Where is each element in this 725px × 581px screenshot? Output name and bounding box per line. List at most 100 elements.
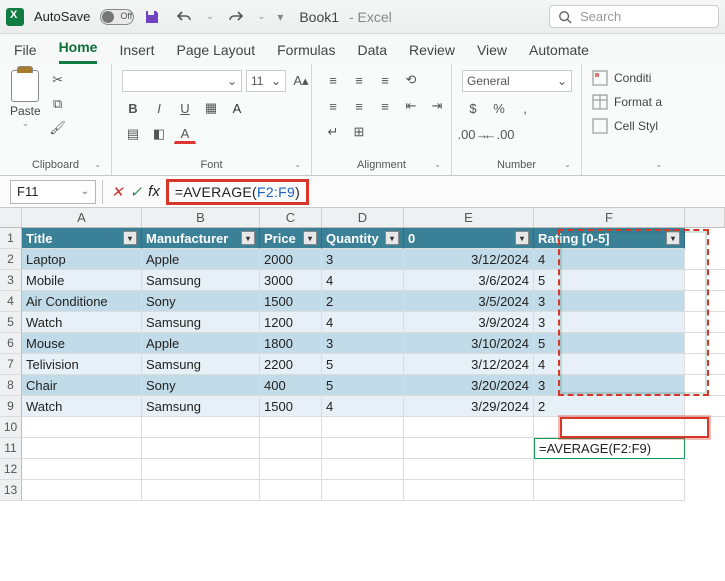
cell-price[interactable]: 400 (260, 375, 322, 396)
cell-date[interactable]: 3/20/2024 (404, 375, 534, 396)
align-bot-icon[interactable]: ≡ (374, 70, 396, 90)
cell-date[interactable]: 3/12/2024 (404, 354, 534, 375)
cell-mfr[interactable]: Samsung (142, 270, 260, 291)
currency-icon[interactable]: $ (462, 98, 484, 118)
tab-insert[interactable]: Insert (119, 42, 154, 64)
cell-title[interactable]: Air Conditione (22, 291, 142, 312)
align-center-icon[interactable]: ≡ (348, 96, 370, 116)
grow-font-icon[interactable]: A▴ (290, 71, 312, 91)
cell-rating[interactable]: 2 (534, 396, 685, 417)
cell-date[interactable]: 3/9/2024 (404, 312, 534, 333)
align-mid-icon[interactable]: ≡ (348, 70, 370, 90)
cell-qty[interactable]: 3 (322, 249, 404, 270)
row-5[interactable]: 5 (0, 312, 22, 333)
dec-dec-icon[interactable]: ←.00 (488, 124, 510, 144)
cell-title[interactable]: Watch (22, 396, 142, 417)
comma-icon[interactable]: , (514, 98, 536, 118)
enter-icon[interactable]: ✓ (130, 183, 143, 201)
tab-page-layout[interactable]: Page Layout (176, 42, 255, 64)
formula-input[interactable]: =AVERAGE(F2:F9) (160, 180, 725, 204)
copy-icon[interactable]: ⧉ (47, 94, 69, 114)
cell-date[interactable]: 3/12/2024 (404, 249, 534, 270)
font-size-combo[interactable]: 11⌄ (246, 70, 286, 92)
cell-price[interactable]: 1200 (260, 312, 322, 333)
col-A[interactable]: A (22, 208, 142, 227)
cell-mfr[interactable]: Sony (142, 375, 260, 396)
font-color-a-icon[interactable]: A (226, 98, 248, 118)
filter-icon[interactable]: ▾ (303, 231, 317, 245)
cell-date[interactable]: 3/5/2024 (404, 291, 534, 312)
cut-icon[interactable]: ✂ (47, 70, 69, 90)
cell-title[interactable]: Watch (22, 312, 142, 333)
filter-icon[interactable]: ▾ (385, 231, 399, 245)
tab-view[interactable]: View (477, 42, 507, 64)
col-C[interactable]: C (260, 208, 322, 227)
tab-automate[interactable]: Automate (529, 42, 589, 64)
cell-qty[interactable]: 2 (322, 291, 404, 312)
cell-price[interactable]: 2200 (260, 354, 322, 375)
font-color-icon[interactable]: A (174, 124, 196, 144)
cell-qty[interactable]: 4 (322, 270, 404, 291)
undo-icon[interactable] (174, 7, 194, 27)
tab-formulas[interactable]: Formulas (277, 42, 335, 64)
cell-qty[interactable]: 4 (322, 312, 404, 333)
cell-mfr[interactable]: Apple (142, 333, 260, 354)
qat-customize-icon[interactable]: ▾ (277, 10, 283, 24)
col-F[interactable]: F (534, 208, 685, 227)
underline-button[interactable]: U (174, 98, 196, 118)
col-D[interactable]: D (322, 208, 404, 227)
cell-rating[interactable]: 4 (534, 249, 685, 270)
cell-title[interactable]: Chair (22, 375, 142, 396)
fill-color-icon[interactable]: ◧ (148, 124, 170, 144)
cell-date[interactable]: 3/10/2024 (404, 333, 534, 354)
percent-icon[interactable]: % (488, 98, 510, 118)
wrap-text-icon[interactable]: ↵ (322, 122, 344, 142)
cell-title[interactable]: Laptop (22, 249, 142, 270)
hdr-rating[interactable]: Rating [0-5]▾ (534, 228, 685, 249)
format-painter-icon[interactable]: 🖌 (47, 118, 69, 138)
cell-title[interactable]: Mouse (22, 333, 142, 354)
cell-title[interactable]: Telivision (22, 354, 142, 375)
search-box[interactable]: Search (549, 5, 719, 28)
cell-mfr[interactable]: Samsung (142, 354, 260, 375)
row-7[interactable]: 7 (0, 354, 22, 375)
cell-mfr[interactable]: Apple (142, 249, 260, 270)
indent-dec-icon[interactable]: ⇤ (400, 96, 422, 116)
cell-date[interactable]: 3/6/2024 (404, 270, 534, 291)
cell-title[interactable]: Mobile (22, 270, 142, 291)
cell-mfr[interactable]: Samsung (142, 396, 260, 417)
bold-button[interactable]: B (122, 98, 144, 118)
row-9[interactable]: 9 (0, 396, 22, 417)
hdr-price[interactable]: Price▾ (260, 228, 322, 249)
row-3[interactable]: 3 (0, 270, 22, 291)
cell-rating[interactable]: 5 (534, 333, 685, 354)
inc-dec-icon[interactable]: .00→ (462, 124, 484, 144)
conditional-formatting-button[interactable]: Conditi (592, 70, 651, 86)
cell-price[interactable]: 3000 (260, 270, 322, 291)
row-6[interactable]: 6 (0, 333, 22, 354)
cell-qty[interactable]: 3 (322, 333, 404, 354)
cell-qty[interactable]: 5 (322, 375, 404, 396)
undo-dropdown-icon[interactable]: ⌄ (206, 11, 214, 22)
paste-button[interactable]: Paste ⌄ (10, 70, 41, 129)
save-icon[interactable] (142, 7, 162, 27)
borders-icon[interactable]: ▤ (122, 124, 144, 144)
col-E[interactable]: E (404, 208, 534, 227)
cell-price[interactable]: 1500 (260, 291, 322, 312)
cell-date[interactable]: 3/29/2024 (404, 396, 534, 417)
cell-qty[interactable]: 5 (322, 354, 404, 375)
tab-data[interactable]: Data (357, 42, 387, 64)
cell-mfr[interactable]: Sony (142, 291, 260, 312)
hdr-qty[interactable]: Quantity▾ (322, 228, 404, 249)
cell-rating[interactable]: 3 (534, 291, 685, 312)
number-format-combo[interactable]: General⌄ (462, 70, 572, 92)
fx-icon[interactable]: fx (148, 183, 160, 200)
cell-rating[interactable]: 5 (534, 270, 685, 291)
merge-icon[interactable]: ⊞ (348, 122, 370, 142)
hdr-date[interactable]: 0▾ (404, 228, 534, 249)
col-B[interactable]: B (142, 208, 260, 227)
row-1[interactable]: 1 (0, 228, 22, 249)
orientation-icon[interactable]: ⟲ (400, 70, 422, 90)
tab-review[interactable]: Review (409, 42, 455, 64)
align-right-icon[interactable]: ≡ (374, 96, 396, 116)
